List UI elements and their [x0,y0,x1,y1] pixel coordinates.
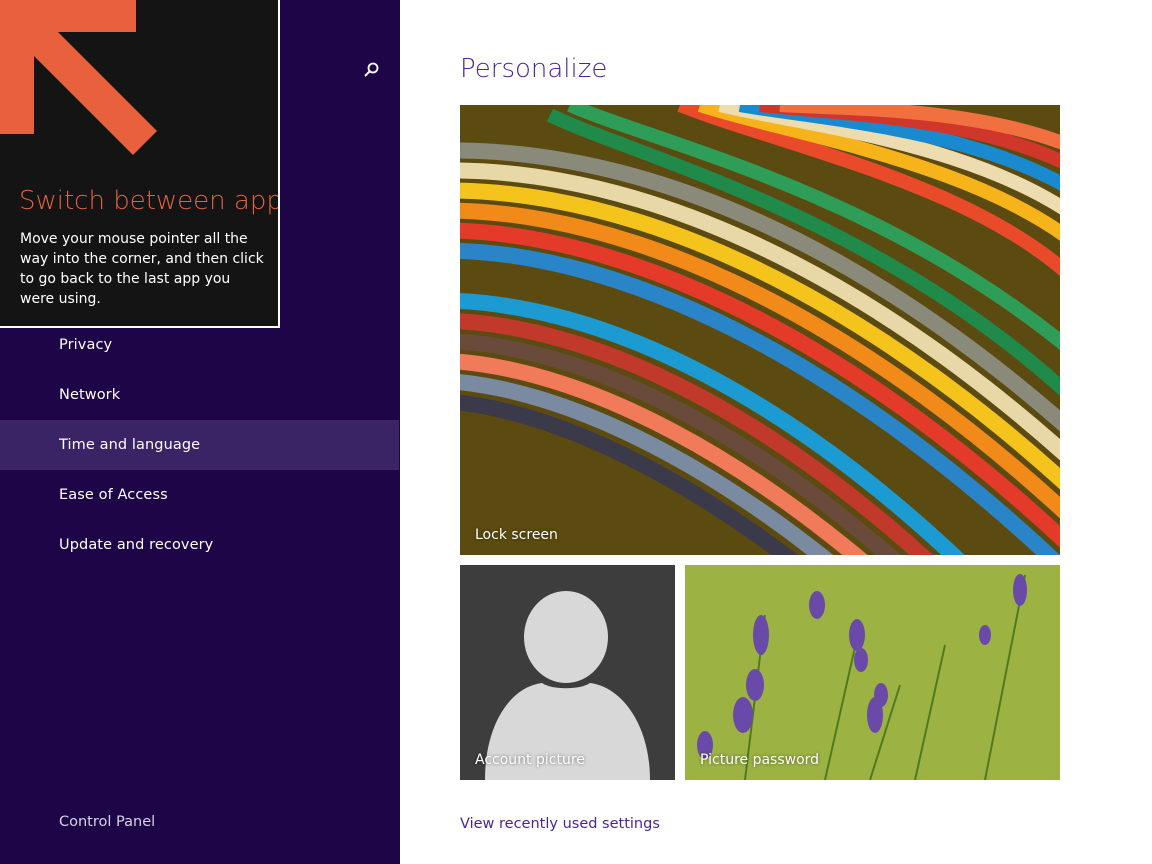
sidebar-item-update-and-recovery[interactable]: Update and recovery [0,520,399,570]
lock-screen-image [460,105,1060,555]
arrow-up-left-icon [0,0,157,155]
sidebar-item-label: Time and language [59,437,201,453]
sidebar-item-label: Network [59,387,121,403]
picture-password-tile[interactable]: Picture password [685,565,1060,780]
lavender-image [685,565,1060,780]
control-panel-link[interactable]: Control Panel [59,814,155,830]
lock-screen-label: Lock screen [475,527,558,543]
account-picture-label: Account picture [475,752,585,768]
page-title: Personalize [460,54,608,84]
switch-apps-tip: Switch between apps Move your mouse poin… [0,0,280,328]
search-button[interactable] [358,57,384,83]
sidebar-item-network[interactable]: Network [0,370,399,420]
account-picture-tile[interactable]: Account picture [460,565,675,780]
sidebar-item-label: Ease of Access [59,487,168,503]
lock-screen-tile[interactable]: Lock screen [460,105,1060,555]
view-recent-settings-link[interactable]: View recently used settings [460,816,660,832]
sidebar-item-time-and-language[interactable]: Time and language [0,420,399,470]
tip-body: Move your mouse pointer all the way into… [20,231,264,307]
sidebar-item-ease-of-access[interactable]: Ease of Access [0,470,399,520]
tip-title: Switch between apps [19,186,280,216]
user-silhouette-icon [460,565,675,780]
search-icon [364,62,379,77]
sidebar-item-label: Privacy [59,337,113,353]
sidebar-item-label: Update and recovery [59,537,214,553]
picture-password-label: Picture password [700,752,820,768]
